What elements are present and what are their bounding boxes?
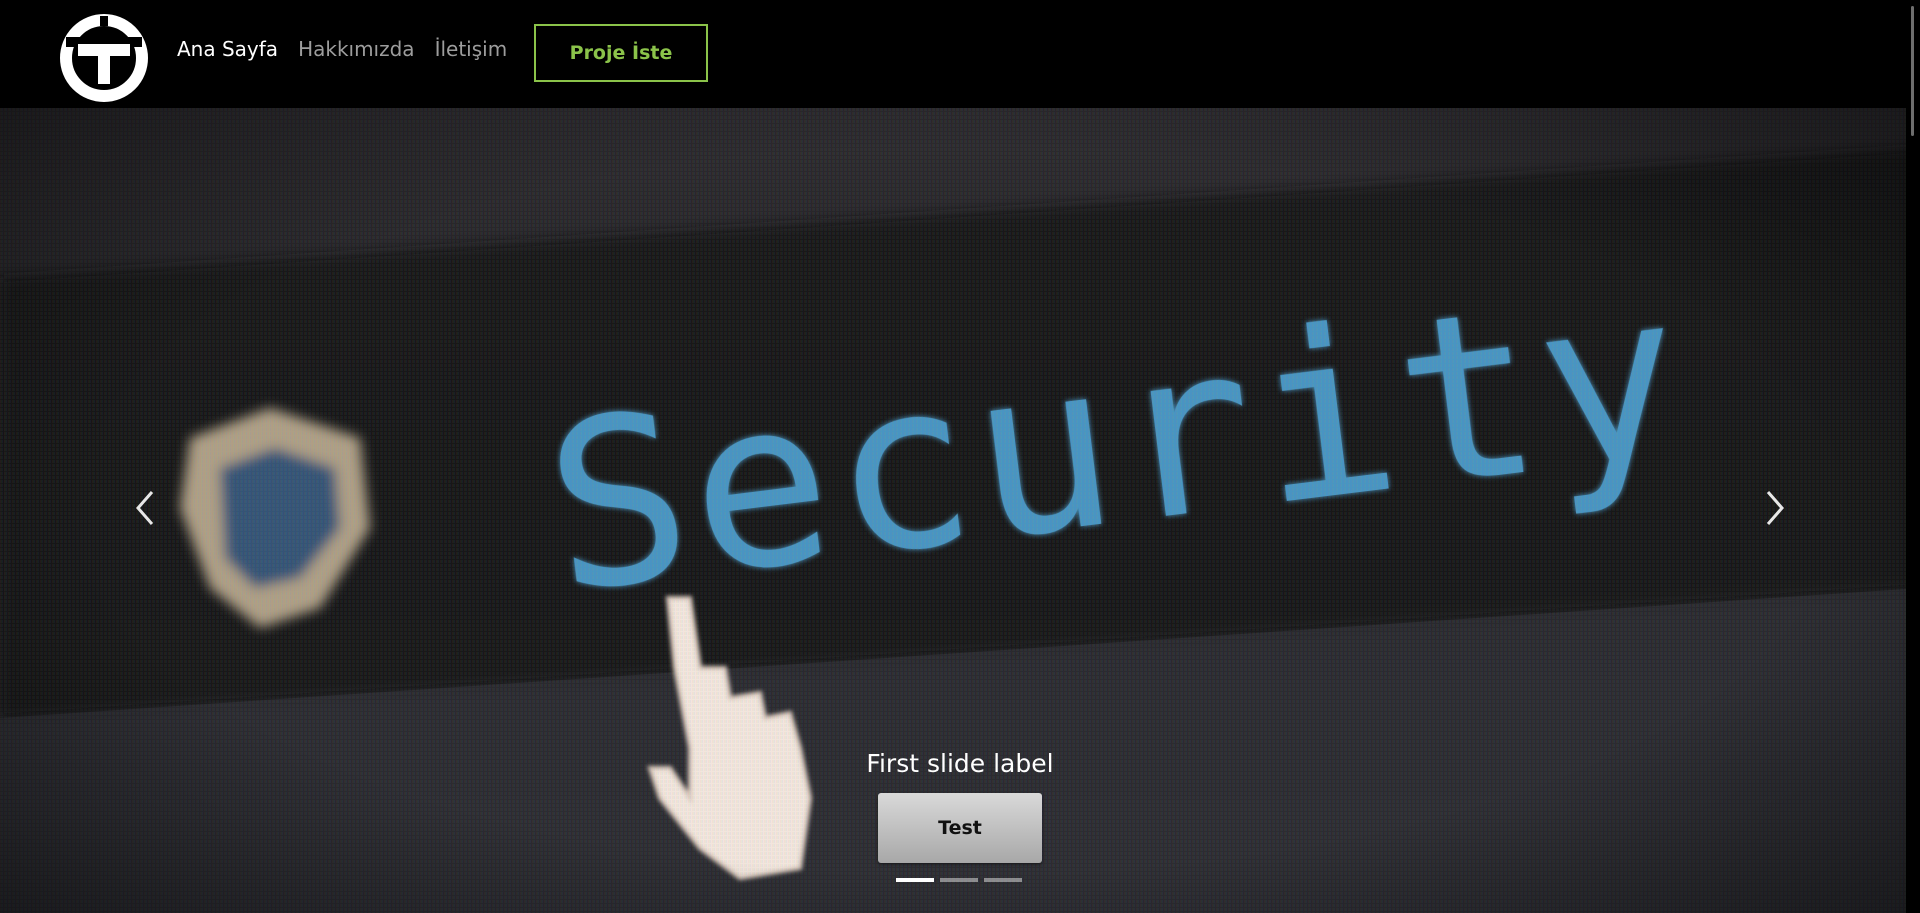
slide-test-button[interactable]: Test xyxy=(878,793,1042,863)
nav-links: Ana Sayfa Hakkımızda İletişim xyxy=(177,36,507,62)
request-project-button[interactable]: Proje İste xyxy=(534,24,708,82)
hero-carousel: Security First slide label Test xyxy=(0,108,1920,913)
indicator-slide-2[interactable] xyxy=(940,878,978,882)
nav-link-contact[interactable]: İletişim xyxy=(435,36,508,62)
chevron-right-icon[interactable] xyxy=(1756,478,1796,538)
nav-link-about[interactable]: Hakkımızda xyxy=(298,36,415,62)
chevron-left-icon[interactable] xyxy=(124,478,164,538)
logo-icon[interactable] xyxy=(60,14,148,102)
slide-title: First slide label xyxy=(866,749,1054,778)
indicator-slide-3[interactable] xyxy=(984,878,1022,882)
navbar: Ana Sayfa Hakkımızda İletişim Proje İste xyxy=(0,0,1920,108)
page: Ana Sayfa Hakkımızda İletişim Proje İste xyxy=(0,0,1920,913)
scrollbar-thumb[interactable] xyxy=(1911,6,1914,136)
page-scrollbar[interactable] xyxy=(1906,0,1920,913)
nav-link-home[interactable]: Ana Sayfa xyxy=(177,36,278,62)
indicator-slide-1[interactable] xyxy=(896,878,934,882)
slide-caption: First slide label xyxy=(0,748,1920,780)
carousel-indicators xyxy=(896,878,1022,882)
